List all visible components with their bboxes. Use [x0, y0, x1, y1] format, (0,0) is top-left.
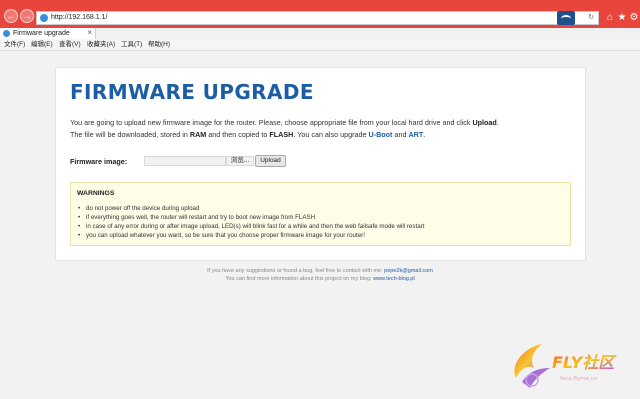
art-link[interactable]: ART	[408, 130, 423, 139]
watermark-text: FLY社区	[552, 353, 617, 372]
tools-gear-icon[interactable]: ⚙	[628, 12, 640, 24]
tab-favicon-icon	[3, 30, 10, 37]
favorites-star-icon[interactable]: ★	[616, 12, 628, 24]
home-icon[interactable]: ⌂	[604, 12, 616, 24]
browse-button[interactable]: 浏览...	[226, 156, 254, 166]
back-arrow-icon: ←	[6, 11, 16, 21]
menu-help[interactable]: 帮助(H)	[148, 40, 170, 49]
browser-title-bar: ← → http://192.168.1.1/ ↻ ⌂ ★ ⚙	[0, 0, 640, 28]
browser-logo-icon	[557, 11, 575, 25]
description-text: and then copied to	[206, 130, 270, 139]
menu-file[interactable]: 文件(F)	[4, 40, 25, 49]
footer-text: You can find more information about this…	[225, 276, 374, 282]
footer-text: If you have any suggestions or found a b…	[207, 268, 385, 274]
menu-tools[interactable]: 工具(T)	[121, 40, 142, 49]
address-url[interactable]: http://192.168.1.1/	[51, 13, 107, 23]
menu-favorites[interactable]: 收藏夹(A)	[87, 40, 115, 49]
description-text: .	[496, 118, 499, 127]
address-bar[interactable]: http://192.168.1.1/ ↻	[36, 11, 599, 25]
footer-contact: If you have any suggestions or found a b…	[0, 268, 640, 274]
tab-firmware-upgrade[interactable]: Firmware upgrade ×	[0, 28, 96, 39]
warning-item: if everything goes well, the router will…	[77, 213, 424, 222]
tab-label: Firmware upgrade	[13, 30, 70, 37]
upload-emphasis: Upload	[472, 118, 497, 127]
menu-view[interactable]: 查看(V)	[59, 40, 81, 49]
watermark-subtext: fans.flyme.cn	[560, 376, 598, 382]
forward-button[interactable]: →	[20, 9, 34, 23]
flash-emphasis: FLASH	[269, 130, 294, 139]
warnings-title: WARNINGS	[77, 190, 115, 197]
email-link[interactable]: pepe2k@gmail.com	[384, 268, 433, 274]
back-button[interactable]: ←	[4, 9, 18, 23]
menu-bar: 文件(F) 编辑(E) 查看(V) 收藏夹(A) 工具(T) 帮助(H)	[0, 39, 640, 51]
fly-community-watermark-logo: FLY社区 fans.flyme.cn	[514, 344, 617, 388]
upload-button[interactable]: Upload	[255, 155, 286, 167]
file-path-input[interactable]	[144, 156, 226, 166]
description-text: The file will be downloaded, stored in	[70, 130, 190, 139]
description-text: You are going to upload new firmware ima…	[70, 118, 473, 127]
blog-link[interactable]: www.tech-blog.pl	[373, 276, 415, 282]
description-text: . You can also upgrade	[293, 130, 369, 139]
description-line-2: The file will be downloaded, stored in R…	[70, 130, 425, 139]
warnings-box: WARNINGS do not power off the device dur…	[70, 182, 571, 246]
description-text: .	[423, 130, 426, 139]
firmware-image-label: Firmware image:	[70, 157, 128, 166]
menu-edit[interactable]: 编辑(E)	[31, 40, 53, 49]
site-favicon-icon	[40, 14, 48, 22]
description-text: and	[392, 130, 409, 139]
page-title: FIRMWARE UPGRADE	[70, 80, 314, 104]
warning-item: you can upload whatever you want, so be …	[77, 231, 424, 240]
ram-emphasis: RAM	[189, 130, 207, 139]
uboot-link[interactable]: U-Boot	[369, 130, 393, 139]
warning-item: in case of any error during or after ima…	[77, 222, 424, 231]
footer-blog: You can find more information about this…	[0, 276, 640, 282]
tab-close-icon[interactable]: ×	[87, 28, 92, 38]
forward-arrow-icon: →	[22, 11, 32, 21]
warnings-list: do not power off the device during uploa…	[77, 204, 424, 240]
refresh-icon[interactable]: ↻	[588, 13, 594, 23]
description-line-1: You are going to upload new firmware ima…	[70, 118, 499, 127]
warning-item: do not power off the device during uploa…	[77, 204, 424, 213]
